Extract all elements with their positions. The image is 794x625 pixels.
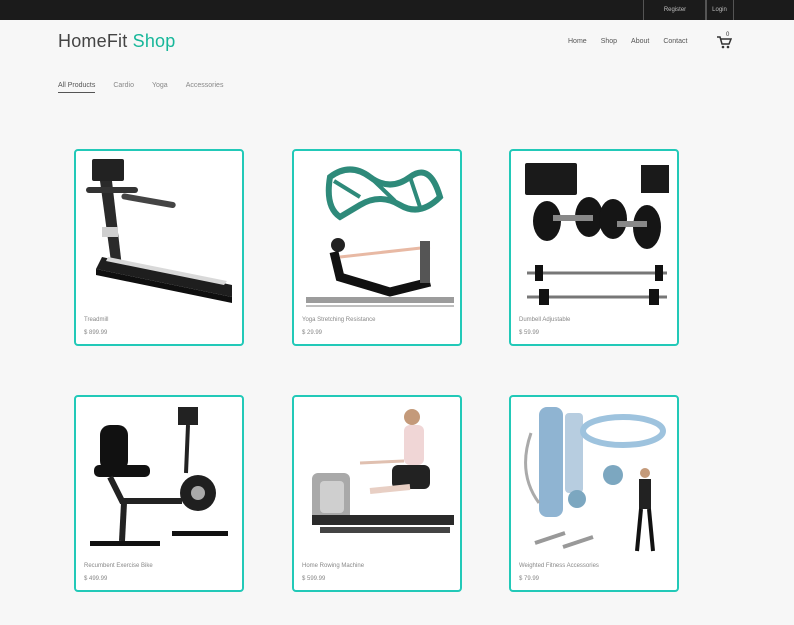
main-nav: Home Shop About Contact — [568, 38, 701, 45]
dumbbell-set-image — [525, 163, 669, 305]
nav-item-shop[interactable]: Shop — [601, 38, 617, 45]
yoga-band-image — [306, 166, 454, 307]
nav-item-about[interactable]: About — [631, 38, 649, 45]
product-card[interactable]: Weighted Fitness Accessories $ 79.99 — [509, 395, 679, 592]
product-price: $ 499.99 — [84, 576, 108, 582]
category-filters: All Products Cardio Yoga Accessories — [58, 82, 241, 93]
brand-logo[interactable]: HomeFit Shop — [58, 31, 175, 52]
recumbent-bike-image — [90, 407, 228, 546]
product-card[interactable]: Recumbent Exercise Bike $ 499.99 — [74, 395, 244, 592]
nav-item-home[interactable]: Home — [568, 38, 587, 45]
fitness-accessories-image — [524, 407, 666, 552]
treadmill-image — [86, 159, 232, 303]
filter-yoga[interactable]: Yoga — [152, 82, 168, 93]
product-price: $ 29.99 — [302, 330, 323, 336]
login-link[interactable]: Login — [705, 0, 734, 20]
cart-icon[interactable] — [716, 35, 732, 49]
product-price: $ 59.99 — [519, 330, 540, 336]
brand-accent: Shop — [132, 31, 176, 51]
product-name: Dumbell Adjustable — [519, 317, 571, 323]
brand-name: HomeFit — [58, 31, 128, 51]
rowing-machine-image — [312, 409, 454, 533]
product-price: $ 599.99 — [302, 576, 326, 582]
product-price: $ 899.99 — [84, 330, 108, 336]
product-card[interactable]: Treadmill $ 899.99 — [74, 149, 244, 346]
product-name: Home Rowing Machine — [302, 563, 365, 569]
top-bar: Register Login — [0, 0, 794, 20]
product-card[interactable]: Dumbell Adjustable $ 59.99 — [509, 149, 679, 346]
nav-item-contact[interactable]: Contact — [663, 38, 687, 45]
product-name: Yoga Stretching Resistance — [302, 317, 376, 323]
filter-accessories[interactable]: Accessories — [186, 82, 224, 93]
product-card[interactable]: Yoga Stretching Resistance $ 29.99 — [292, 149, 462, 346]
product-name: Recumbent Exercise Bike — [84, 563, 153, 569]
register-link[interactable]: Register — [643, 0, 707, 20]
product-card[interactable]: Home Rowing Machine $ 599.99 — [292, 395, 462, 592]
cart-count-badge: 0 — [726, 32, 730, 38]
product-name: Treadmill — [84, 317, 109, 323]
product-price: $ 79.99 — [519, 576, 540, 582]
filter-cardio[interactable]: Cardio — [113, 82, 134, 93]
filter-all-products[interactable]: All Products — [58, 82, 96, 93]
product-name: Weighted Fitness Accessories — [519, 563, 599, 569]
